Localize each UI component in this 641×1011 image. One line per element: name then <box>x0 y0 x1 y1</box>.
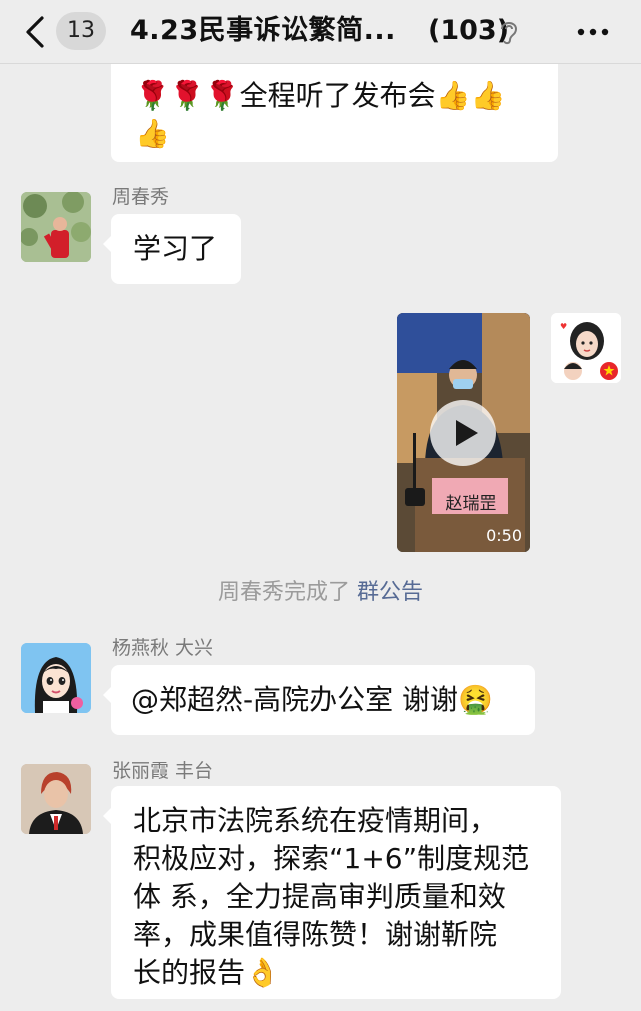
my-avatar[interactable]: ♥ <box>551 313 621 383</box>
message-text-line: 👍 <box>135 117 170 150</box>
back-chevron-icon[interactable] <box>18 14 52 50</box>
message-text-line: 体 系，全力提高审判质量和效 <box>133 880 506 913</box>
sender-name: 周春秀 <box>112 186 170 208</box>
group-notice-link[interactable]: 群公告 <box>357 580 423 605</box>
message-bubble[interactable]: 学习了 <box>103 214 241 284</box>
message-text-line: 北京市法院系统在疫情期间， <box>133 804 498 837</box>
video-nameplate: 赵瑞罡 <box>445 494 497 514</box>
system-notice: 周春秀完成了 群公告 <box>0 578 641 608</box>
message-text-line: 长的报告👌 <box>133 956 280 989</box>
earpiece-mode-icon <box>501 22 518 45</box>
avatar[interactable] <box>21 643 91 713</box>
message-text-line: 🌹🌹🌹全程听了发布会👍👍 <box>135 79 506 112</box>
message-bubble[interactable]: @郑超然-高院办公室 谢谢🤮 <box>103 665 535 735</box>
avatar[interactable] <box>21 764 91 834</box>
sender-name: 张丽霞 丰台 <box>112 760 214 782</box>
svg-text:♥: ♥ <box>560 322 567 331</box>
message-bubble[interactable]: 北京市法院系统在疫情期间， 积极应对，探索“1+6”制度规范 体 系，全力提高审… <box>103 786 561 999</box>
message-text: @郑超然-高院办公室 谢谢🤮 <box>131 683 493 716</box>
video-duration: 0:50 <box>486 526 522 545</box>
avatar-cartoon: ♥ <box>551 313 621 383</box>
message-text: 学习了 <box>133 232 218 265</box>
sender-name: 杨燕秋 大兴 <box>112 637 214 659</box>
unread-count-badge[interactable]: 13 <box>56 12 106 50</box>
chat-header: 13 4.23民事诉讼繁简... (103) <box>0 0 641 64</box>
video-message[interactable]: 赵瑞罡 0:50 <box>397 313 530 552</box>
avatar-photo <box>21 764 91 834</box>
avatar-photo <box>21 192 91 262</box>
system-notice-text: 周春秀完成了 <box>217 580 350 605</box>
group-title[interactable]: 4.23民事诉讼繁简... <box>130 14 396 48</box>
play-icon[interactable] <box>429 399 497 467</box>
avatar-cartoon <box>21 643 91 713</box>
avatar[interactable] <box>21 192 91 262</box>
message-text-line: 积极应对，探索“1+6”制度规范 <box>133 842 530 875</box>
message-text-line: 率，成果值得陈赞！谢谢靳院 <box>133 918 498 951</box>
more-options-icon[interactable] <box>575 20 611 44</box>
